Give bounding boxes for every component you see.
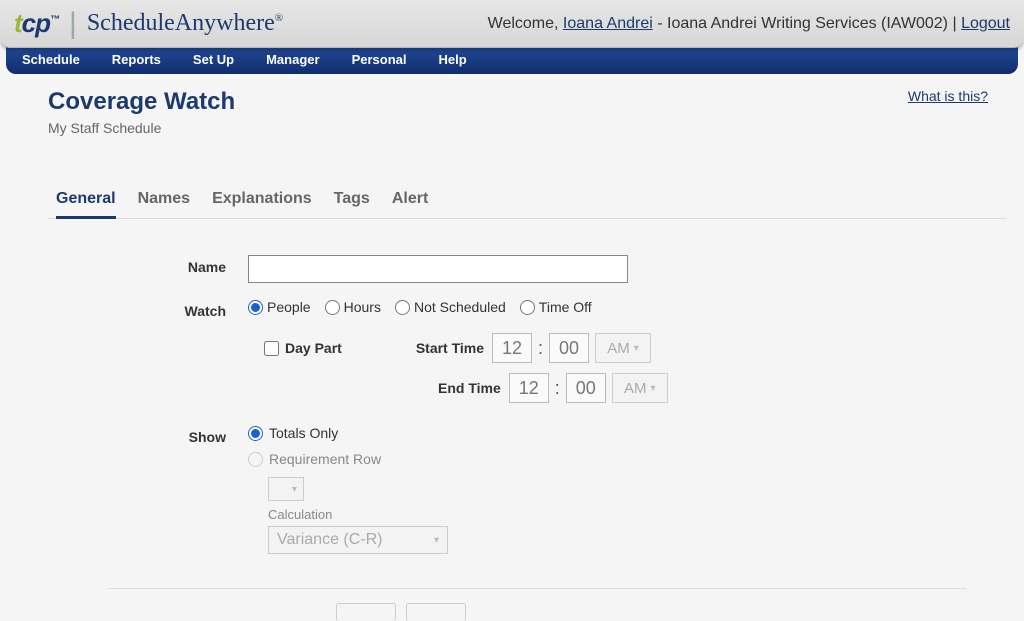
tcp-logo: tcp™ xyxy=(14,8,59,39)
chevron-down-icon: ▾ xyxy=(634,343,639,354)
brand-logo: tcp™ | ScheduleAnywhere® xyxy=(14,7,283,41)
tab-alert[interactable]: Alert xyxy=(392,184,428,218)
logout-link[interactable]: Logout xyxy=(961,15,1010,32)
menu-schedule[interactable]: Schedule xyxy=(18,46,84,73)
day-part-checkbox[interactable] xyxy=(264,341,279,356)
show-totals-label: Totals Only xyxy=(269,425,338,441)
colon: : xyxy=(555,378,560,399)
tab-general[interactable]: General xyxy=(56,184,116,219)
watch-notscheduled-radio[interactable] xyxy=(395,300,410,315)
end-time-label: End Time xyxy=(438,380,501,396)
page-subtitle: My Staff Schedule xyxy=(48,120,235,136)
chevron-down-icon: ▾ xyxy=(434,535,439,546)
user-link[interactable]: Ioana Andrei xyxy=(563,15,653,32)
end-min-input[interactable] xyxy=(566,373,606,403)
watch-hours-label: Hours xyxy=(344,299,381,315)
section-divider xyxy=(108,588,966,589)
menu-reports[interactable]: Reports xyxy=(108,46,165,73)
day-part-label: Day Part xyxy=(285,340,342,356)
button-placeholder[interactable] xyxy=(336,603,396,621)
org-text: - Ioana Andrei Writing Services (IAW002)… xyxy=(653,15,961,32)
start-min-input[interactable] xyxy=(549,333,589,363)
button-placeholder[interactable] xyxy=(406,603,466,621)
chevron-down-icon: ▾ xyxy=(651,383,656,394)
calculation-value: Variance (C-R) xyxy=(277,531,383,549)
show-totals-radio[interactable] xyxy=(248,426,263,441)
schedule-anywhere-logo: ScheduleAnywhere® xyxy=(87,10,283,37)
calculation-select[interactable]: Variance (C-R) ▾ xyxy=(268,526,448,554)
menu-manager[interactable]: Manager xyxy=(262,46,323,73)
welcome-text: Welcome, Ioana Andrei - Ioana Andrei Wri… xyxy=(488,15,1010,33)
watch-people-radio[interactable] xyxy=(248,300,263,315)
what-is-this-link[interactable]: What is this? xyxy=(908,88,988,104)
show-requirement-label: Requirement Row xyxy=(269,451,381,467)
watch-label: Watch xyxy=(108,299,248,319)
button-row xyxy=(108,603,1006,621)
menu-setup[interactable]: Set Up xyxy=(189,46,238,73)
start-hour-input[interactable] xyxy=(492,333,532,363)
tab-bar: General Names Explanations Tags Alert xyxy=(48,184,1006,219)
menu-personal[interactable]: Personal xyxy=(348,46,411,73)
tab-tags[interactable]: Tags xyxy=(334,184,370,218)
end-hour-input[interactable] xyxy=(509,373,549,403)
content-area: Coverage Watch My Staff Schedule What is… xyxy=(0,74,1024,621)
watch-timeoff-label: Time Off xyxy=(539,299,592,315)
colon: : xyxy=(538,338,543,359)
tab-names[interactable]: Names xyxy=(138,184,190,218)
show-requirement-radio[interactable] xyxy=(248,452,263,467)
main-menu: Schedule Reports Set Up Manager Personal… xyxy=(6,44,1018,74)
end-ampm-select[interactable]: AM▾ xyxy=(612,373,668,403)
menu-help[interactable]: Help xyxy=(434,46,470,73)
welcome-prefix: Welcome, xyxy=(488,15,563,32)
top-bar: tcp™ | ScheduleAnywhere® Welcome, Ioana … xyxy=(0,0,1024,48)
tab-explanations[interactable]: Explanations xyxy=(212,184,312,218)
form-general: Name Watch People Hours Not Scheduled Ti… xyxy=(48,219,1006,621)
brand-divider: | xyxy=(69,7,77,41)
watch-people-label: People xyxy=(267,299,311,315)
calculation-label: Calculation xyxy=(248,507,1006,522)
page-title: Coverage Watch xyxy=(48,88,235,116)
chevron-down-icon: ▾ xyxy=(292,484,297,495)
watch-timeoff-radio[interactable] xyxy=(520,300,535,315)
watch-hours-radio[interactable] xyxy=(325,300,340,315)
name-input[interactable] xyxy=(248,255,628,283)
start-ampm-select[interactable]: AM▾ xyxy=(595,333,651,363)
watch-notscheduled-label: Not Scheduled xyxy=(414,299,506,315)
name-label: Name xyxy=(108,255,248,275)
start-time-label: Start Time xyxy=(416,340,484,356)
requirement-row-select[interactable]: ▾ xyxy=(268,477,304,501)
show-label: Show xyxy=(108,425,248,445)
